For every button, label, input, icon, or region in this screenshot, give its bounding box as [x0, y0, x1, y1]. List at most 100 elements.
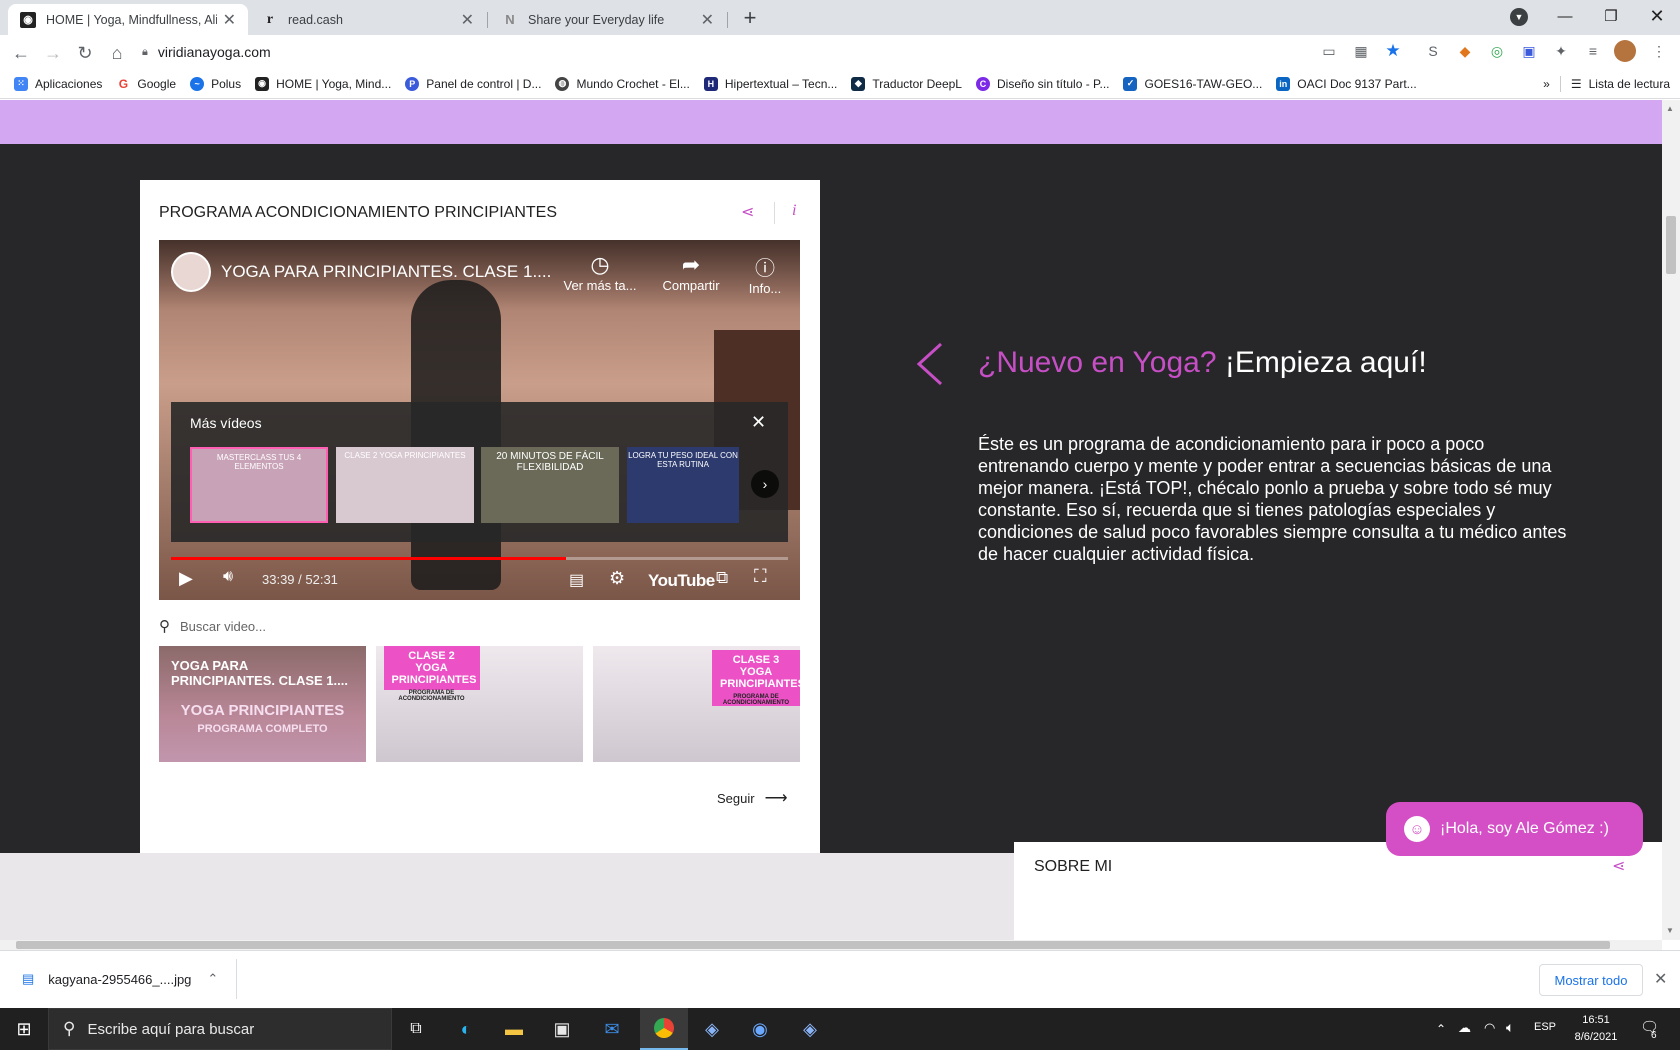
skype-icon[interactable]: S: [1422, 40, 1444, 62]
bookmarks-overflow-icon[interactable]: »: [1543, 77, 1550, 91]
share-icon[interactable]: ⋖: [1612, 856, 1625, 876]
scroll-thumb[interactable]: [1666, 216, 1676, 274]
store-icon[interactable]: ▣: [538, 1008, 586, 1050]
watch-later-button[interactable]: ◷ Ver más ta...: [559, 252, 641, 293]
more-video-thumb[interactable]: LOGRA TU PESO IDEAL CON ESTA RUTINA: [627, 447, 739, 523]
scroll-down-icon[interactable]: ▼: [1666, 926, 1674, 935]
bookmark-apps[interactable]: ⁙ Aplicaciones: [14, 76, 102, 91]
cast-tab-icon[interactable]: ▭: [1318, 40, 1340, 62]
close-icon[interactable]: ✕: [751, 412, 766, 433]
subtitles-icon[interactable]: ▤: [569, 570, 584, 590]
carousel-prev-icon[interactable]: [913, 342, 947, 391]
reading-list[interactable]: ☰ Lista de lectura: [1571, 77, 1670, 91]
bookmark-deepl[interactable]: ◆ Traductor DeepL: [851, 76, 962, 91]
menu-icon[interactable]: ⋮: [1648, 40, 1670, 62]
search-icon: ⚲: [63, 1019, 76, 1038]
more-video-thumb[interactable]: MASTERCLASS TUS 4 ELEMENTOS: [190, 447, 328, 523]
horizontal-scrollbar[interactable]: [0, 940, 1662, 950]
close-icon[interactable]: ✕: [461, 10, 474, 30]
bookmark-google[interactable]: G Google: [116, 76, 176, 91]
media-icon[interactable]: ≡: [1582, 40, 1604, 62]
clock[interactable]: 16:51 8/6/2021: [1566, 1012, 1626, 1046]
edge-icon[interactable]: ◐: [442, 1008, 490, 1050]
app-icon-1[interactable]: ◈: [688, 1008, 736, 1050]
speaker-icon[interactable]: 🔈︎: [1506, 1019, 1514, 1036]
puzzle-icon[interactable]: ✦: [1550, 40, 1572, 62]
download-item[interactable]: ▤ kagyana-2955466_....jpg ⌃: [12, 959, 234, 999]
fullscreen-icon[interactable]: ⛶: [754, 566, 767, 587]
bookmark-canva[interactable]: C Diseño sin título - P...: [975, 76, 1109, 91]
windows-start-icon[interactable]: ⊞: [0, 1008, 48, 1050]
scroll-up-icon[interactable]: ▲: [1666, 104, 1674, 113]
bookmark-oaci[interactable]: in OACI Doc 9137 Part...: [1276, 76, 1417, 91]
bookmark-yoga[interactable]: ◉ HOME | Yoga, Mind...: [255, 76, 391, 91]
info-icon[interactable]: i: [792, 202, 796, 220]
video-thumb-1[interactable]: YOGA PARA PRINCIPIANTES. CLASE 1.... YOG…: [159, 646, 366, 762]
chrome-icon[interactable]: [640, 1008, 688, 1050]
cast-icon[interactable]: ⧉: [716, 568, 728, 588]
extension-icon[interactable]: ◎: [1486, 40, 1508, 62]
back-icon[interactable]: ←: [8, 40, 34, 66]
video-info-button[interactable]: ⓘ Info...: [737, 252, 793, 296]
chat-button[interactable]: ☺ ¡Hola, soy Ale Gómez :): [1386, 802, 1643, 856]
home-icon[interactable]: ⌂: [104, 40, 130, 66]
close-icon[interactable]: ✕: [1654, 969, 1667, 989]
channel-avatar[interactable]: [171, 252, 211, 292]
task-view-icon[interactable]: ⧉: [392, 1008, 440, 1050]
reload-icon[interactable]: ↻: [72, 40, 98, 66]
bookmark-goes[interactable]: ✓ GOES16-TAW-GEO...: [1123, 76, 1262, 91]
restore-icon[interactable]: ❐: [1588, 0, 1634, 32]
app-icon-3[interactable]: ◈: [786, 1008, 834, 1050]
bookmark-panel[interactable]: P Panel de control | D...: [405, 76, 541, 91]
share-icon[interactable]: ⋖: [741, 202, 754, 222]
tab-yoga[interactable]: ◉ HOME | Yoga, Mindfullness, Alim ✕: [8, 4, 248, 35]
tab-search-icon[interactable]: ▼: [1510, 8, 1528, 26]
close-icon[interactable]: ✕: [701, 10, 714, 30]
close-icon[interactable]: ✕: [223, 10, 236, 30]
window-close-icon[interactable]: ✕: [1634, 0, 1680, 32]
share-video-button[interactable]: ➦ Compartir: [651, 252, 731, 293]
onedrive-icon[interactable]: ☁: [1458, 1020, 1471, 1036]
tab-readcash[interactable]: r read.cash ✕: [250, 4, 486, 35]
more-video-thumb[interactable]: 20 MINUTOS DE FÁCIL FLEXIBILIDAD: [481, 447, 619, 523]
settings-gear-icon[interactable]: ⚙: [609, 568, 625, 589]
follow-link[interactable]: Seguir ⟶: [717, 788, 788, 808]
chevron-up-icon[interactable]: ⌃: [207, 971, 218, 987]
app-icon-2[interactable]: ◉: [736, 1008, 784, 1050]
address-bar[interactable]: 🔒︎ viridianayoga.com: [142, 39, 1307, 65]
new-tab-icon[interactable]: +: [738, 5, 762, 30]
video-player[interactable]: YOGA PARA PRINCIPIANTES. CLASE 1.... ◷ V…: [159, 240, 800, 600]
file-explorer-icon[interactable]: ▬: [490, 1008, 538, 1050]
language-indicator[interactable]: ESP: [1534, 1021, 1556, 1033]
linkedin-icon: in: [1276, 76, 1291, 91]
tab-noise[interactable]: N Share your Everyday life ✕: [490, 4, 726, 35]
chevron-right-icon[interactable]: ›: [751, 470, 779, 498]
extension-icon-2[interactable]: ▣: [1518, 40, 1540, 62]
video-search[interactable]: ⚲ Buscar video...: [159, 615, 779, 637]
bookmark-polus[interactable]: ~ Polus: [190, 76, 241, 91]
star-icon[interactable]: ★: [1382, 40, 1404, 62]
youtube-logo[interactable]: YouTube: [648, 571, 715, 591]
more-video-thumb[interactable]: CLASE 2 YOGA PRINCIPIANTES: [336, 447, 474, 523]
video-thumb-2[interactable]: CLASE 2 YOGA PRINCIPIANTES PROGRAMA DE A…: [376, 646, 583, 762]
video-thumb-3[interactable]: CLASE 3 YOGA PRINCIPIANTES PROGRAMA DE A…: [593, 646, 805, 762]
bookmark-crochet[interactable]: ◍ Mundo Crochet - El...: [555, 76, 690, 91]
bookmark-hipertextual[interactable]: H Hipertextual – Tecn...: [703, 76, 837, 91]
play-icon[interactable]: ▶: [179, 568, 193, 589]
video-title[interactable]: YOGA PARA PRINCIPIANTES. CLASE 1....: [221, 262, 551, 282]
mail-icon[interactable]: ✉: [588, 1008, 636, 1050]
wifi-icon[interactable]: ◠: [1484, 1020, 1495, 1036]
metamask-icon[interactable]: ◆: [1454, 40, 1476, 62]
show-all-button[interactable]: Mostrar todo: [1539, 964, 1643, 996]
tab-title: HOME | Yoga, Mindfullness, Alim: [46, 12, 217, 27]
avatar[interactable]: [1614, 40, 1636, 62]
forward-icon[interactable]: →: [40, 40, 66, 66]
vertical-scrollbar[interactable]: ▲ ▼: [1662, 100, 1680, 940]
taskbar-search[interactable]: ⚲ Escribe aquí para buscar: [48, 1008, 392, 1050]
qr-icon[interactable]: ▦: [1350, 40, 1372, 62]
minimize-icon[interactable]: —: [1542, 0, 1588, 32]
progress-track[interactable]: [171, 557, 788, 560]
volume-icon[interactable]: 🔊︎: [223, 568, 233, 586]
hscroll-thumb[interactable]: [16, 941, 1610, 949]
tray-chevron-icon[interactable]: ⌃: [1436, 1022, 1446, 1036]
